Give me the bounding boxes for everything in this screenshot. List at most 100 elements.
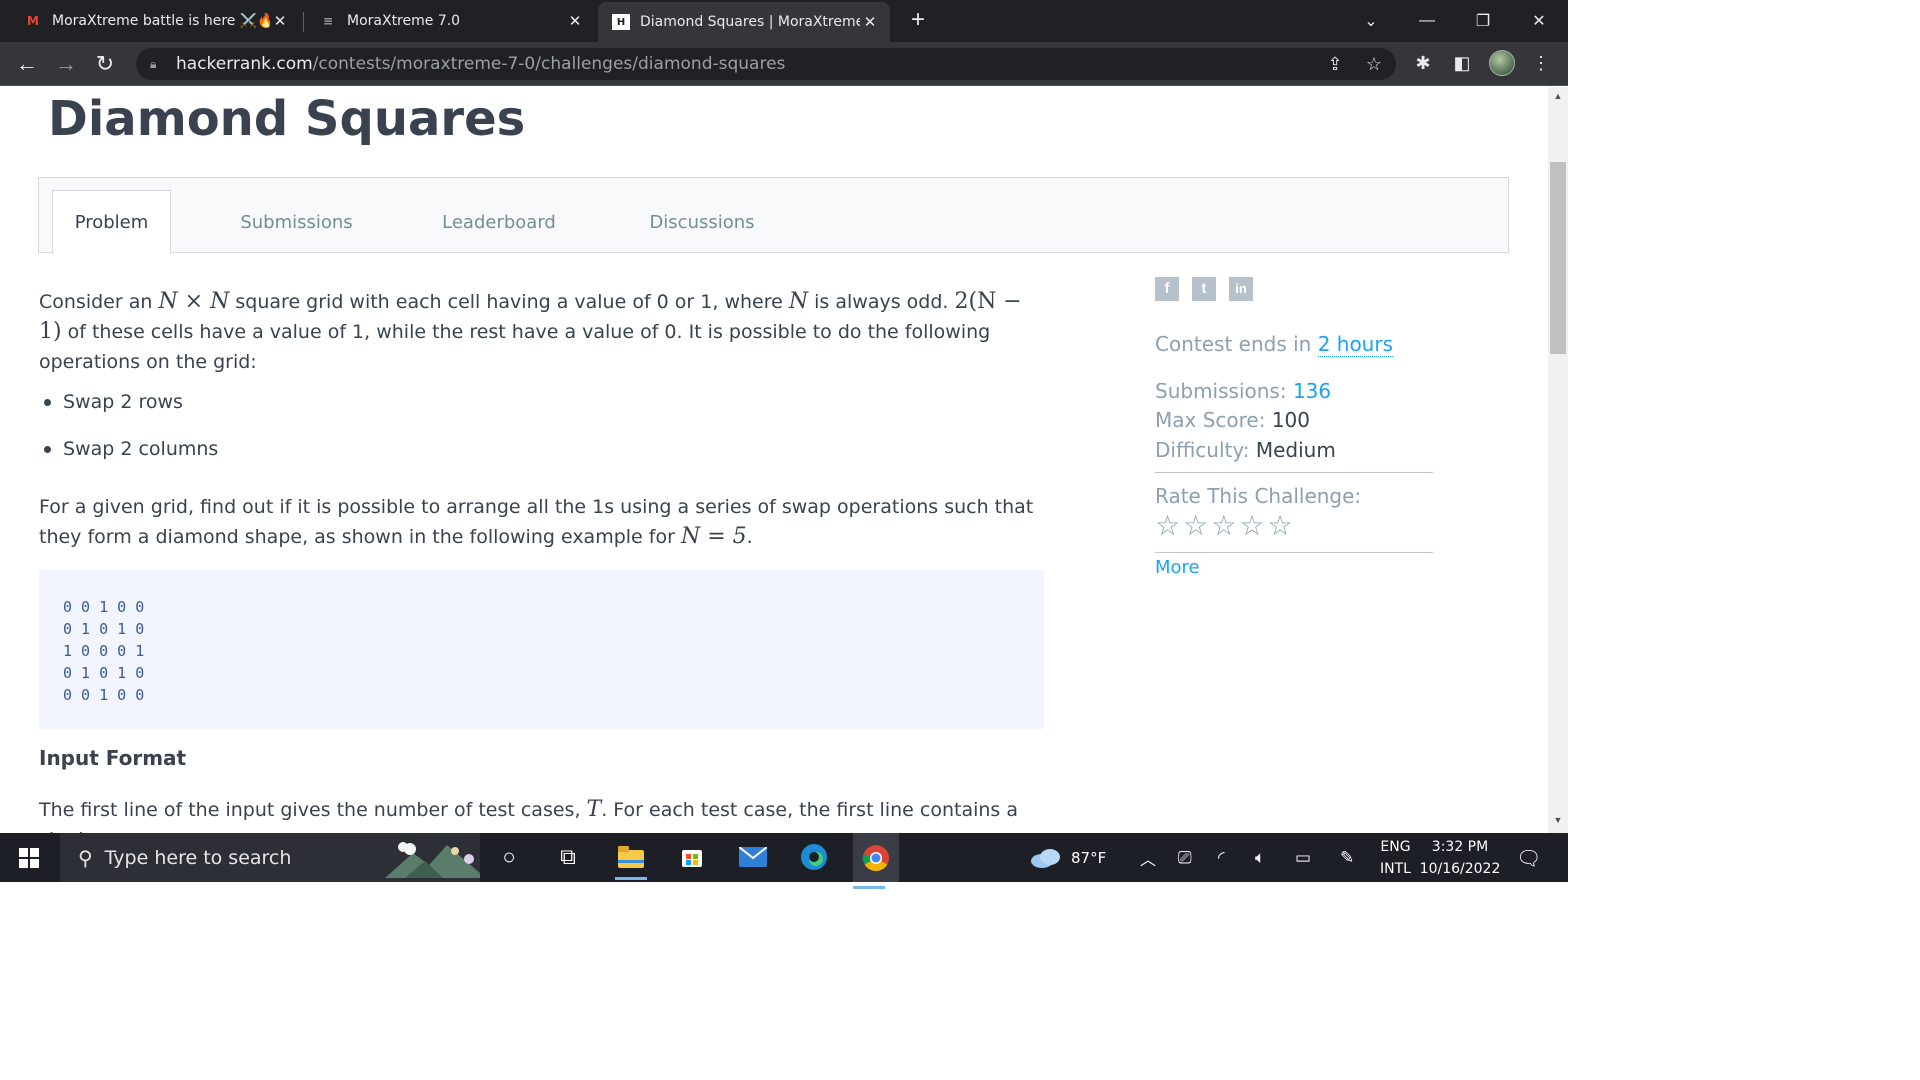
wifi-icon[interactable]: ◜ xyxy=(1218,833,1225,882)
show-hidden-icons-chevron-icon[interactable]: ︿ xyxy=(1140,833,1156,882)
challenge-title: Diamond Squares xyxy=(48,91,526,147)
contest-ends-time[interactable]: 2 hours xyxy=(1317,332,1393,357)
text: For a given grid, find out if it is poss… xyxy=(39,496,1034,548)
profile-avatar[interactable] xyxy=(1489,50,1515,76)
contest-ends: Contest ends in 2 hours xyxy=(1155,332,1393,357)
tab-divider xyxy=(303,12,304,32)
window-close-icon[interactable]: ✕ xyxy=(1512,0,1566,42)
task-paragraph: For a given grid, find out if it is poss… xyxy=(39,492,1044,552)
forward-arrow-icon[interactable]: → xyxy=(52,50,80,78)
clock[interactable]: 3:32 PM 10/16/2022 xyxy=(1419,833,1501,882)
search-icon: ⚲ xyxy=(78,845,93,870)
clock-date: 10/16/2022 xyxy=(1419,860,1501,877)
scroll-up-arrow-icon[interactable]: ▲ xyxy=(1548,91,1568,107)
back-arrow-icon[interactable]: ← xyxy=(13,50,41,78)
star-icon[interactable]: ☆ xyxy=(1183,511,1208,541)
input-format-heading: Input Format xyxy=(39,746,187,770)
notifications-icon[interactable]: 🗨︎ xyxy=(1516,833,1541,882)
star-icon[interactable]: ☆ xyxy=(1239,511,1264,541)
search-highlight-illustration xyxy=(385,842,480,878)
more-link[interactable]: More xyxy=(1155,557,1200,578)
linkedin-icon[interactable]: in xyxy=(1229,277,1253,301)
rate-label-text: Rate This Challenge: xyxy=(1155,484,1362,508)
facebook-icon[interactable]: f xyxy=(1155,277,1179,301)
cloud-icon xyxy=(1031,848,1060,868)
submissions-stat: Submissions: 136 xyxy=(1155,379,1331,403)
contest-ends-label: Contest ends in xyxy=(1155,332,1318,356)
submissions-count-link[interactable]: 136 xyxy=(1293,379,1331,403)
close-icon[interactable]: ✕ xyxy=(270,12,290,30)
input-format-paragraph: The first line of the input gives the nu… xyxy=(39,795,1044,833)
page-content: Diamond Squares Problem Submissions Lead… xyxy=(0,87,1548,833)
weather-widget[interactable]: 87°F xyxy=(1030,833,1106,882)
twitter-icon[interactable]: t xyxy=(1192,277,1216,301)
text: . xyxy=(746,526,753,548)
page-scrollbar[interactable]: ▲ ▼ xyxy=(1548,87,1568,833)
tab-discussions[interactable]: Discussions xyxy=(637,190,767,254)
close-icon[interactable]: ✕ xyxy=(860,13,880,31)
url-host: hackerrank.com xyxy=(176,54,313,74)
new-tab-button[interactable]: + xyxy=(904,6,932,34)
volume-icon[interactable]: 🔈︎ xyxy=(1255,833,1265,882)
minimize-icon[interactable]: — xyxy=(1400,0,1454,42)
kebab-menu-icon[interactable]: ⋮ xyxy=(1528,50,1554,76)
cortana-icon[interactable]: ○ xyxy=(493,841,525,873)
pen-icon[interactable]: ✎ xyxy=(1340,833,1354,882)
task-view-icon[interactable]: ⧉ xyxy=(552,841,584,873)
example-grid-code-block: 0 0 1 0 0 0 1 0 1 0 1 0 0 0 1 0 1 0 1 0 … xyxy=(39,570,1044,729)
star-icon[interactable]: ☆ xyxy=(1211,511,1236,541)
close-icon[interactable]: ✕ xyxy=(565,12,585,30)
reload-icon[interactable]: ↻ xyxy=(91,50,119,78)
extensions-puzzle-icon[interactable]: ✱ xyxy=(1410,50,1436,76)
clock-time: 3:32 PM xyxy=(1431,838,1489,855)
edge-icon[interactable] xyxy=(798,841,830,873)
math-n-by-n: N × N xyxy=(158,289,230,314)
windows-logo-icon xyxy=(19,847,39,868)
browser-tab-diamond-squares[interactable]: H Diamond Squares | MoraXtreme ✕ xyxy=(598,2,890,42)
scroll-down-arrow-icon[interactable]: ▼ xyxy=(1548,815,1568,831)
browser-tab-moraxtreme[interactable]: ≡ MoraXtreme 7.0 ✕ xyxy=(305,0,595,42)
tab-title: Diamond Squares | MoraXtreme xyxy=(640,14,860,30)
lock-icon[interactable]: 🔒︎ xyxy=(150,57,164,71)
math-n-equals: N = 5 xyxy=(680,524,747,549)
submissions-label: Submissions: xyxy=(1155,379,1287,403)
mail-icon[interactable] xyxy=(737,841,769,873)
browser-tab-gmail[interactable]: M MoraXtreme battle is here ⚔️🔥 ✕ xyxy=(0,0,300,42)
file-explorer-icon[interactable] xyxy=(615,841,647,880)
side-panel-icon[interactable]: ◧ xyxy=(1449,50,1475,76)
text: Consider an xyxy=(39,291,159,313)
meet-now-icon[interactable]: ⎚ xyxy=(1178,833,1192,882)
start-button[interactable] xyxy=(0,833,58,882)
rate-label: Rate This Challenge: xyxy=(1155,484,1361,508)
lang-top: ENG xyxy=(1380,838,1411,855)
chrome-icon[interactable] xyxy=(853,833,899,889)
tab-submissions[interactable]: Submissions xyxy=(229,190,364,254)
battery-icon[interactable]: ▭ xyxy=(1295,833,1311,882)
divider xyxy=(1155,472,1433,473)
url-path: /contests/moraxtreme-7-0/challenges/diam… xyxy=(312,54,786,74)
language-indicator[interactable]: ENG INTL xyxy=(1380,833,1411,882)
text: is always odd. xyxy=(808,291,955,313)
search-placeholder: Type here to search xyxy=(104,846,292,869)
tab-leaderboard[interactable]: Leaderboard xyxy=(434,190,564,254)
microsoft-store-icon[interactable] xyxy=(676,841,708,873)
star-icon[interactable]: ☆ xyxy=(1267,511,1292,541)
difficulty-stat: Difficulty: Medium xyxy=(1155,438,1336,462)
max-score-label: Max Score: xyxy=(1155,408,1266,432)
scrollbar-thumb[interactable] xyxy=(1550,162,1566,354)
share-icon[interactable]: ⇪ xyxy=(1323,52,1347,76)
math-t: T xyxy=(586,797,602,822)
tab-search-chevron-icon[interactable]: ⌄ xyxy=(1344,0,1398,42)
divider xyxy=(1155,552,1433,553)
gmail-icon: M xyxy=(27,14,39,28)
tab-problem[interactable]: Problem xyxy=(52,190,171,254)
star-rating[interactable]: ☆ ☆ ☆ ☆ ☆ xyxy=(1155,511,1293,541)
star-icon[interactable]: ☆ xyxy=(1155,511,1180,541)
max-score-stat: Max Score: 100 xyxy=(1155,408,1310,432)
tab-title: MoraXtreme 7.0 xyxy=(347,13,461,29)
list-item: Swap 2 columns xyxy=(39,434,1044,464)
tab-title: MoraXtreme battle is here ⚔️🔥 xyxy=(52,13,270,29)
bookmark-star-icon[interactable]: ☆ xyxy=(1362,52,1386,76)
restore-icon[interactable]: ❐ xyxy=(1456,0,1510,42)
address-bar[interactable]: 🔒︎ hackerrank.com/contests/moraxtreme-7-… xyxy=(136,48,1396,80)
